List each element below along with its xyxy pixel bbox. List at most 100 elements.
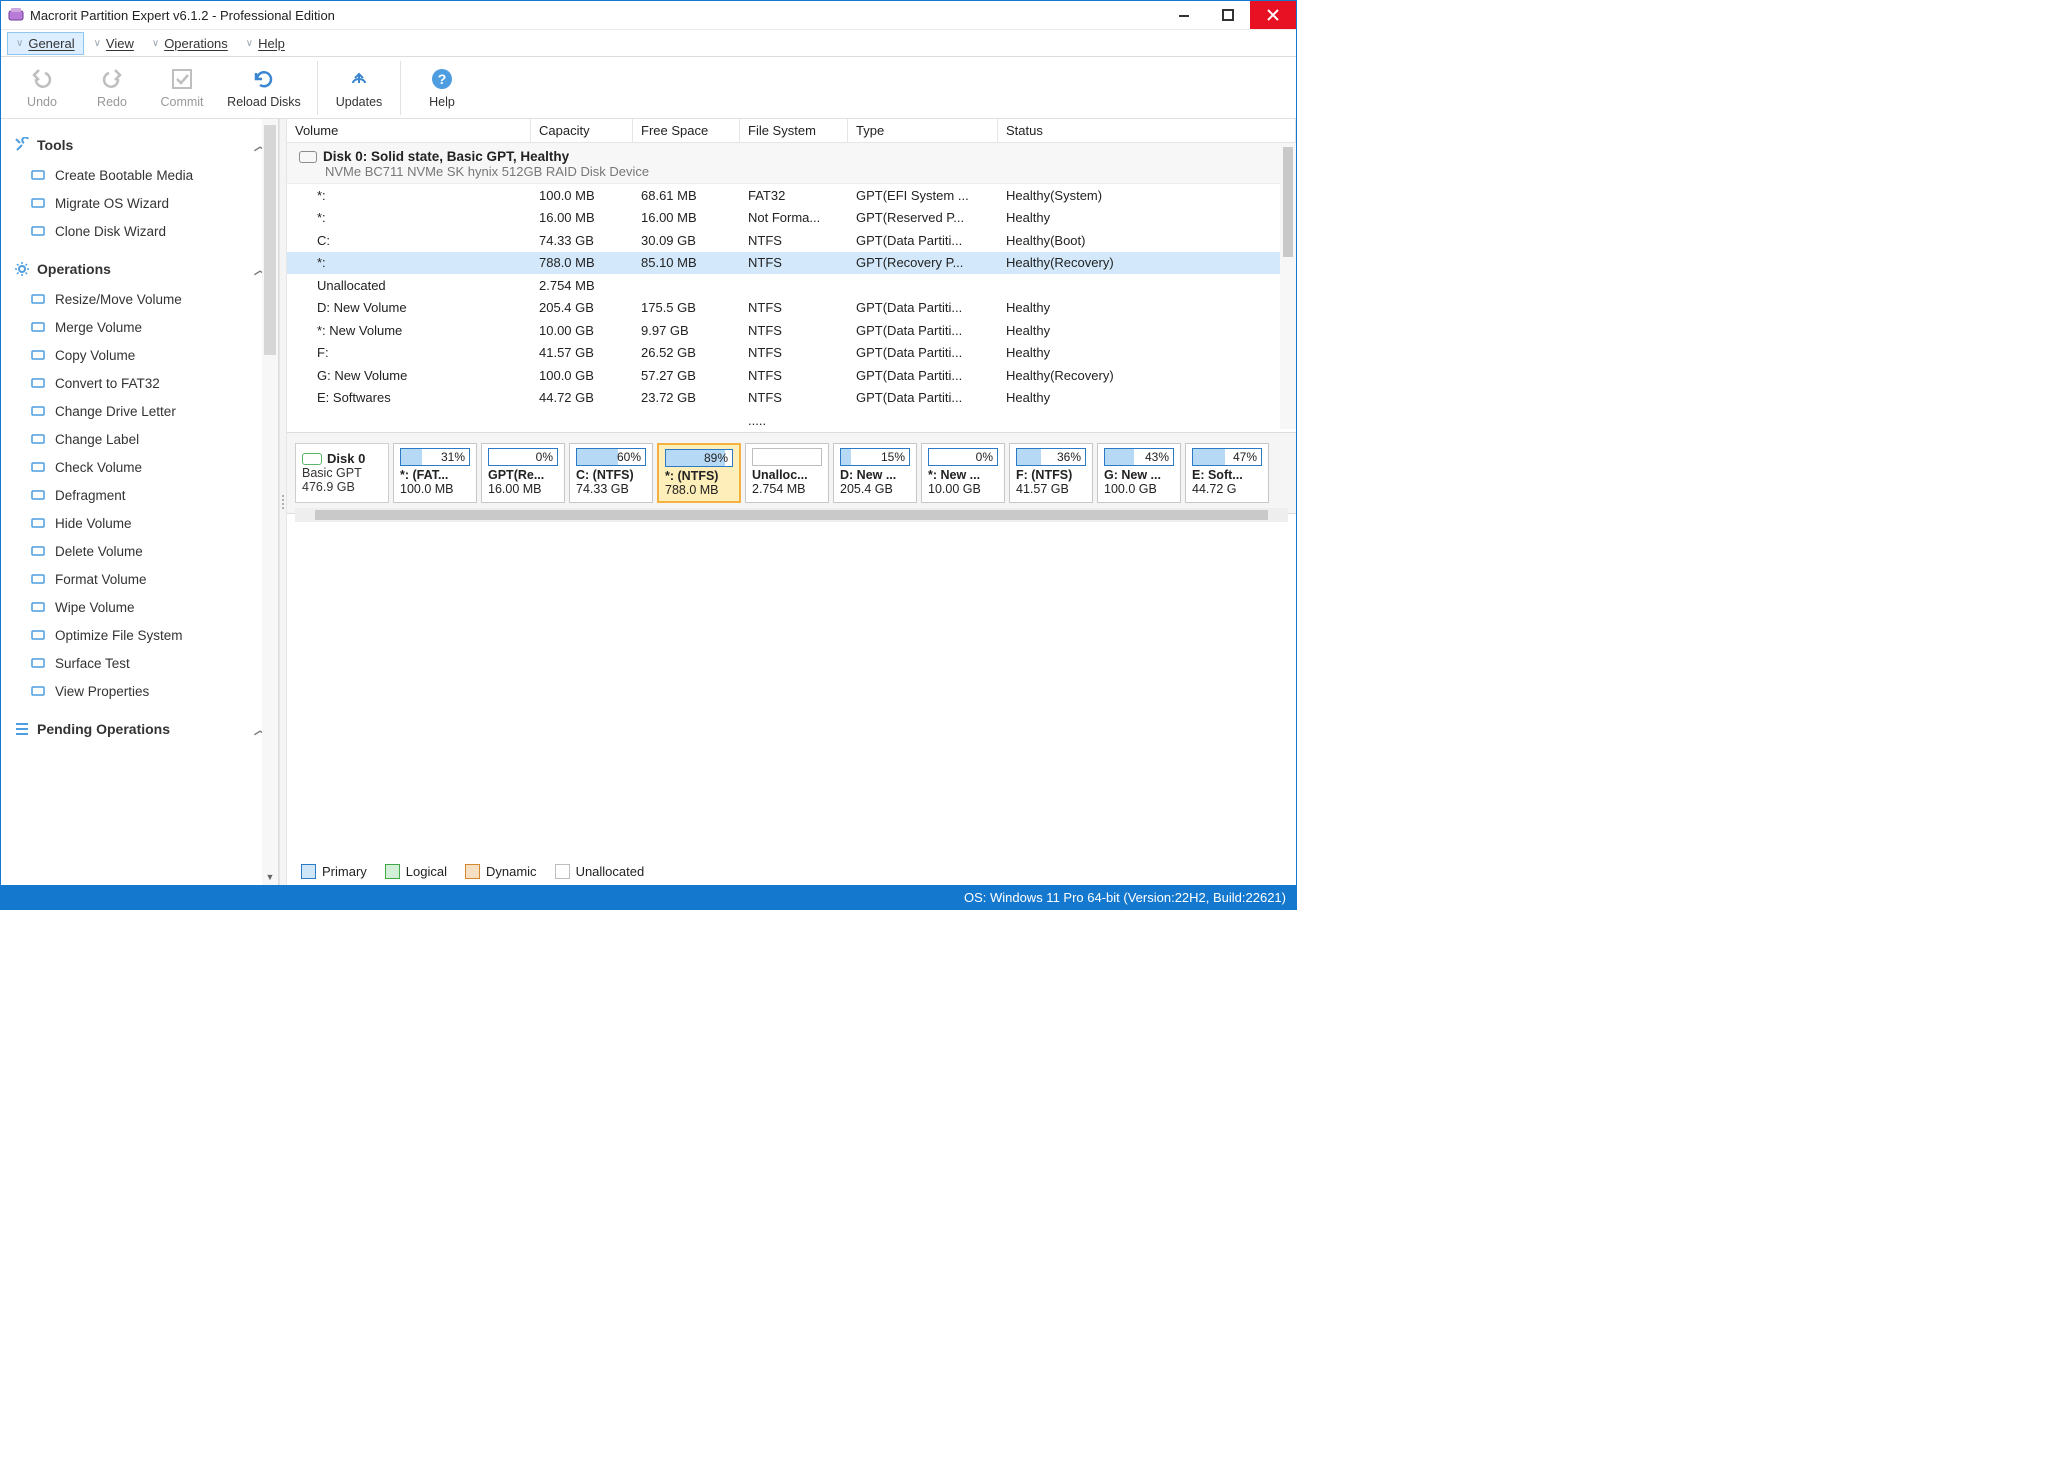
- splitter[interactable]: [279, 119, 287, 885]
- maximize-button[interactable]: [1206, 1, 1250, 29]
- volume-row[interactable]: E: Softwares 44.72 GB 23.72 GB NTFS GPT(…: [287, 387, 1296, 410]
- partition-box[interactable]: Unalloc... 2.754 MB: [745, 443, 829, 503]
- volume-row[interactable]: G: New Volume 100.0 GB 57.27 GB NTFS GPT…: [287, 364, 1296, 387]
- sidebar-item[interactable]: Change Drive Letter: [11, 397, 268, 425]
- volume-row[interactable]: *: 100.0 MB 68.61 MB FAT32 GPT(EFI Syste…: [287, 184, 1296, 207]
- volume-row[interactable]: *: New Volume 10.00 GB 9.97 GB NTFS GPT(…: [287, 319, 1296, 342]
- svg-text:?: ?: [438, 71, 447, 87]
- partition-box[interactable]: 89% *: (NTFS) 788.0 MB: [657, 443, 741, 503]
- sidebar-item[interactable]: Change Label: [11, 425, 268, 453]
- partition-box[interactable]: 31% *: (FAT... 100.0 MB: [393, 443, 477, 503]
- redo-button[interactable]: Redo: [79, 67, 145, 109]
- operation-icon: [29, 598, 47, 616]
- sidebar-item[interactable]: View Properties: [11, 677, 268, 705]
- help-button[interactable]: ? Help: [409, 67, 475, 109]
- partition-box[interactable]: 0% *: New ... 10.00 GB: [921, 443, 1005, 503]
- minimize-button[interactable]: [1162, 1, 1206, 29]
- titlebar: Macrorit Partition Expert v6.1.2 - Profe…: [1, 1, 1296, 30]
- col-filesystem[interactable]: File System: [740, 119, 848, 142]
- volume-row[interactable]: *: 16.00 MB 16.00 MB Not Forma... GPT(Re…: [287, 207, 1296, 230]
- sidebar-item[interactable]: Check Volume: [11, 453, 268, 481]
- migrate-icon: [29, 194, 47, 212]
- scroll-thumb[interactable]: [264, 125, 276, 355]
- scroll-thumb[interactable]: [315, 510, 1268, 520]
- redo-icon: [100, 67, 124, 91]
- menu-view[interactable]: ∨View: [86, 33, 142, 54]
- volume-row[interactable]: D: New Volume 205.4 GB 175.5 GB NTFS GPT…: [287, 297, 1296, 320]
- operations-section: Operations ︿ Resize/Move VolumeMerge Vol…: [1, 249, 278, 709]
- partition-box[interactable]: 0% GPT(Re... 16.00 MB: [481, 443, 565, 503]
- sidebar-item[interactable]: Hide Volume: [11, 509, 268, 537]
- sidebar-item[interactable]: Delete Volume: [11, 537, 268, 565]
- volume-list: Disk 0: Solid state, Basic GPT, Healthy …: [287, 143, 1296, 432]
- usage-bar: 60%: [576, 448, 646, 466]
- disk-graph-label[interactable]: Disk 0 Basic GPT 476.9 GB: [295, 443, 389, 503]
- sidebar-item[interactable]: Merge Volume: [11, 313, 268, 341]
- usage-bar: 36%: [1016, 448, 1086, 466]
- window-title: Macrorit Partition Expert v6.1.2 - Profe…: [30, 8, 1162, 23]
- volume-row[interactable]: .....: [287, 409, 1296, 432]
- menu-help[interactable]: ∨Help: [238, 33, 293, 54]
- menu-general[interactable]: ∨General: [7, 32, 84, 55]
- sidebar-item[interactable]: Copy Volume: [11, 341, 268, 369]
- sidebar-item[interactable]: Create Bootable Media: [11, 161, 268, 189]
- disk-header[interactable]: Disk 0: Solid state, Basic GPT, Healthy …: [287, 143, 1296, 184]
- partition-box[interactable]: 47% E: Soft... 44.72 G: [1185, 443, 1269, 503]
- volume-row[interactable]: C: 74.33 GB 30.09 GB NTFS GPT(Data Parti…: [287, 229, 1296, 252]
- volume-row[interactable]: *: 788.0 MB 85.10 MB NTFS GPT(Recovery P…: [287, 252, 1296, 275]
- col-volume[interactable]: Volume: [287, 119, 531, 142]
- partition-box[interactable]: 36% F: (NTFS) 41.57 GB: [1009, 443, 1093, 503]
- volume-row[interactable]: F: 41.57 GB 26.52 GB NTFS GPT(Data Parti…: [287, 342, 1296, 365]
- col-capacity[interactable]: Capacity: [531, 119, 633, 142]
- commit-icon: [170, 67, 194, 91]
- operation-icon: [29, 290, 47, 308]
- updates-icon: [347, 67, 371, 91]
- volume-row[interactable]: Unallocated 2.754 MB: [287, 274, 1296, 297]
- undo-button[interactable]: Undo: [9, 67, 75, 109]
- col-status[interactable]: Status: [998, 119, 1296, 142]
- reload-disks-button[interactable]: Reload Disks: [219, 67, 309, 109]
- sidebar-item[interactable]: Clone Disk Wizard: [11, 217, 268, 245]
- col-freespace[interactable]: Free Space: [633, 119, 740, 142]
- pending-header[interactable]: Pending Operations ︿: [11, 713, 268, 745]
- sidebar-item[interactable]: Defragment: [11, 481, 268, 509]
- col-type[interactable]: Type: [848, 119, 998, 142]
- operations-header[interactable]: Operations ︿: [11, 253, 268, 285]
- usage-bar: 89%: [665, 449, 733, 467]
- volume-table-header: Volume Capacity Free Space File System T…: [287, 119, 1296, 143]
- toolbar-separator: [400, 61, 401, 115]
- graph-scrollbar[interactable]: [295, 508, 1288, 522]
- tools-icon: [13, 136, 31, 154]
- menu-operations[interactable]: ∨Operations: [144, 33, 236, 54]
- sidebar-item[interactable]: Convert to FAT32: [11, 369, 268, 397]
- legend-dynamic: Dynamic: [465, 864, 537, 879]
- close-button[interactable]: [1250, 1, 1296, 29]
- sidebar-item[interactable]: Migrate OS Wizard: [11, 189, 268, 217]
- usage-bar: 43%: [1104, 448, 1174, 466]
- undo-icon: [30, 67, 54, 91]
- sidebar-scrollbar[interactable]: ▲ ▼: [262, 119, 278, 885]
- updates-button[interactable]: Updates: [326, 67, 392, 109]
- sidebar-item[interactable]: Format Volume: [11, 565, 268, 593]
- operation-icon: [29, 542, 47, 560]
- legend-unallocated: Unallocated: [555, 864, 645, 879]
- disk-graph: Disk 0 Basic GPT 476.9 GB 31% *: (FAT...…: [287, 432, 1296, 514]
- volume-scrollbar[interactable]: [1280, 143, 1296, 429]
- operation-icon: [29, 486, 47, 504]
- window-controls: [1162, 1, 1296, 29]
- operation-icon: [29, 346, 47, 364]
- sidebar-item[interactable]: Resize/Move Volume: [11, 285, 268, 313]
- partition-box[interactable]: 43% G: New ... 100.0 GB: [1097, 443, 1181, 503]
- tools-header[interactable]: Tools ︿: [11, 129, 268, 161]
- operation-icon: [29, 514, 47, 532]
- partition-box[interactable]: 15% D: New ... 205.4 GB: [833, 443, 917, 503]
- partition-box[interactable]: 60% C: (NTFS) 74.33 GB: [569, 443, 653, 503]
- sidebar-item[interactable]: Surface Test: [11, 649, 268, 677]
- scroll-down-icon[interactable]: ▼: [262, 869, 278, 885]
- commit-button[interactable]: Commit: [149, 67, 215, 109]
- sidebar-item[interactable]: Wipe Volume: [11, 593, 268, 621]
- usage-bar: 15%: [840, 448, 910, 466]
- status-bar: OS: Windows 11 Pro 64-bit (Version:22H2,…: [1, 885, 1296, 909]
- list-icon: [13, 720, 31, 738]
- sidebar-item[interactable]: Optimize File System: [11, 621, 268, 649]
